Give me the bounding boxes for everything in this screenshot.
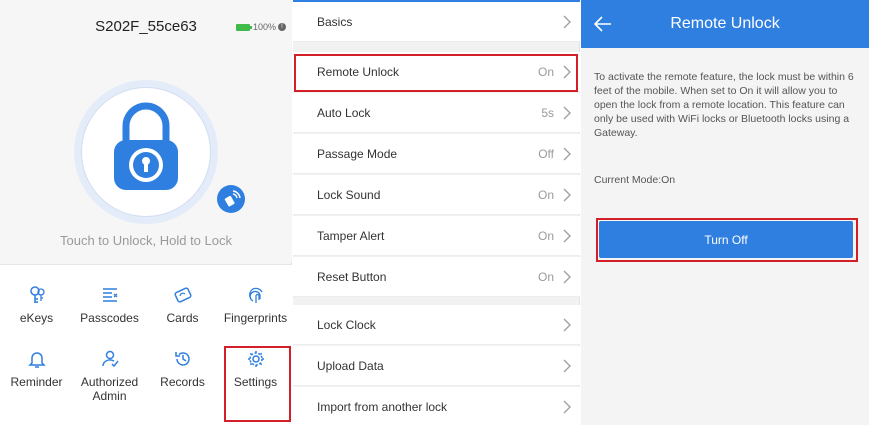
menu-label: Reminder bbox=[10, 375, 63, 389]
settings-highlight-box bbox=[224, 346, 291, 422]
menu-label: Fingerprints bbox=[223, 311, 288, 325]
menu-reminder[interactable]: Reminder bbox=[0, 349, 73, 389]
row-label: Upload Data bbox=[317, 359, 384, 373]
remote-unlock-highlight-box bbox=[294, 54, 578, 92]
row-label: Lock Clock bbox=[317, 318, 376, 332]
menu-records[interactable]: Records bbox=[146, 349, 219, 389]
row-value: Off bbox=[538, 147, 554, 161]
bell-icon bbox=[27, 352, 46, 368]
menu-ekeys[interactable]: eKeys bbox=[0, 285, 73, 325]
chevron-right-icon bbox=[563, 229, 571, 243]
row-label: Reset Button bbox=[317, 270, 387, 284]
menu-label: Passcodes bbox=[80, 311, 139, 325]
row-label: Lock Sound bbox=[317, 188, 381, 202]
chevron-right-icon bbox=[563, 400, 571, 414]
passcodes-icon bbox=[102, 288, 117, 302]
unlock-hint: Touch to Unlock, Hold to Lock bbox=[60, 233, 232, 248]
row-value: On bbox=[537, 188, 554, 202]
menu-cards[interactable]: Cards bbox=[146, 285, 219, 325]
row-label: Import from another lock bbox=[317, 400, 448, 414]
settings-screen: Basics Remote Unlock On Auto Lock 5s Pas… bbox=[293, 0, 580, 425]
lock-home-screen: S202F_55ce63 100% ! Touch to Unlock, Hol… bbox=[0, 0, 292, 425]
row-value: On bbox=[537, 270, 554, 284]
settings-row-import[interactable]: Import from another lock bbox=[293, 387, 580, 425]
settings-row-tamper-alert[interactable]: Tamper Alert On bbox=[293, 216, 580, 256]
padlock-icon bbox=[114, 102, 178, 190]
chevron-right-icon bbox=[563, 270, 571, 284]
settings-row-upload-data[interactable]: Upload Data bbox=[293, 346, 580, 386]
menu-authorized-admin[interactable]: Authorized Admin bbox=[73, 349, 146, 403]
top-bar: Remote Unlock bbox=[581, 0, 869, 48]
row-value: On bbox=[537, 229, 554, 243]
history-icon bbox=[174, 352, 190, 366]
current-mode: Current Mode:On bbox=[594, 174, 676, 186]
ekeys-icon bbox=[29, 286, 45, 303]
settings-row-passage-mode[interactable]: Passage Mode Off bbox=[293, 134, 580, 174]
remote-unlock-screen: Remote Unlock To activate the remote fea… bbox=[581, 0, 869, 425]
fingerprint-icon bbox=[248, 287, 263, 303]
menu-label: eKeys bbox=[19, 311, 54, 325]
row-label: Auto Lock bbox=[317, 106, 371, 120]
screenshot-collage: S202F_55ce63 100% ! Touch to Unlock, Hol… bbox=[0, 0, 869, 425]
battery-level: 100% bbox=[252, 22, 276, 32]
turn-off-highlight-box bbox=[596, 218, 858, 262]
menu-fingerprints[interactable]: Fingerprints bbox=[219, 285, 292, 325]
chevron-right-icon bbox=[563, 106, 571, 120]
chevron-right-icon bbox=[563, 15, 571, 29]
settings-row-basics[interactable]: Basics bbox=[293, 2, 580, 42]
settings-row-auto-lock[interactable]: Auto Lock 5s bbox=[293, 93, 580, 133]
chevron-right-icon bbox=[563, 188, 571, 202]
lock-header-area: S202F_55ce63 100% ! Touch to Unlock, Hol… bbox=[0, 0, 292, 262]
settings-row-reset-button[interactable]: Reset Button On bbox=[293, 257, 580, 297]
menu-passcodes[interactable]: Passcodes bbox=[73, 285, 146, 325]
chevron-right-icon bbox=[563, 359, 571, 373]
row-label: Passage Mode bbox=[317, 147, 398, 161]
chevron-right-icon bbox=[563, 318, 571, 332]
settings-row-lock-clock[interactable]: Lock Clock bbox=[293, 305, 580, 345]
row-label: Tamper Alert bbox=[317, 229, 385, 243]
chevron-right-icon bbox=[563, 147, 571, 161]
menu-label: Records bbox=[160, 375, 205, 389]
remote-description: To activate the remote feature, the lock… bbox=[594, 71, 854, 139]
row-label: Basics bbox=[317, 15, 353, 29]
row-value: 5s bbox=[541, 106, 554, 120]
battery-icon bbox=[235, 23, 252, 31]
page-title: Remote Unlock bbox=[670, 15, 780, 32]
settings-row-lock-sound[interactable]: Lock Sound On bbox=[293, 175, 580, 215]
menu-label: Cards bbox=[166, 311, 199, 325]
cards-icon bbox=[173, 287, 192, 303]
battery-indicator: 100% ! bbox=[235, 22, 286, 32]
menu-label: Authorized Admin bbox=[80, 375, 139, 403]
admin-icon bbox=[101, 350, 119, 368]
info-icon[interactable]: ! bbox=[278, 23, 286, 31]
remote-unlock-icon[interactable] bbox=[217, 185, 245, 213]
